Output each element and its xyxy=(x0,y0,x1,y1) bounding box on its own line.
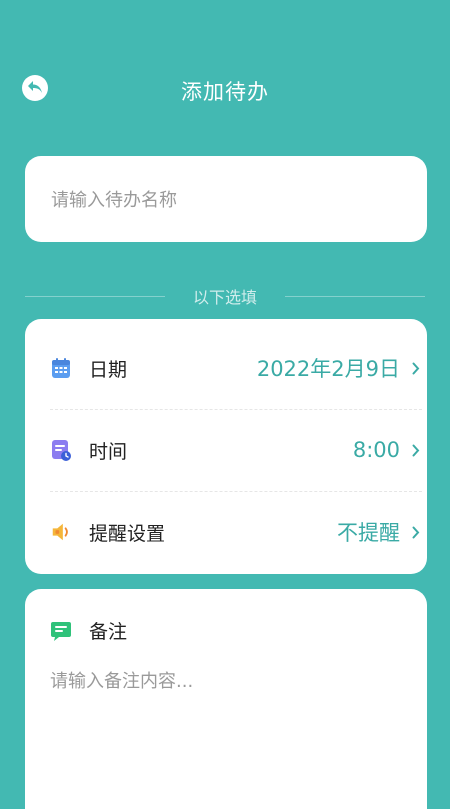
optional-divider: 以下选填 xyxy=(25,284,426,308)
chevron-right-icon xyxy=(412,361,422,375)
note-label: 备注 xyxy=(89,621,128,643)
todo-name-card xyxy=(25,156,427,244)
chevron-right-icon xyxy=(412,443,422,457)
chevron-right-icon xyxy=(412,525,422,539)
todo-name-input[interactable] xyxy=(49,156,413,244)
time-value: 8:00 xyxy=(352,438,400,462)
divider-text: 以下选填 xyxy=(193,288,258,307)
date-row[interactable]: 日期 2022年2月9日 xyxy=(50,327,422,409)
header: 添加待办 xyxy=(0,60,450,120)
options-card: 日期 2022年2月9日 时间 8:00 提醒设置 不提醒 xyxy=(25,319,427,574)
note-card: 备注 xyxy=(25,589,427,809)
reminder-row[interactable]: 提醒设置 不提醒 xyxy=(50,491,422,573)
divider-line-left xyxy=(25,295,165,297)
date-value: 2022年2月9日 xyxy=(256,357,400,381)
reminder-value: 不提醒 xyxy=(337,521,400,545)
divider-line-right xyxy=(285,295,426,297)
calendar-icon xyxy=(50,357,72,379)
reminder-label: 提醒设置 xyxy=(89,522,166,545)
time-row[interactable]: 时间 8:00 xyxy=(50,409,422,491)
time-label: 时间 xyxy=(89,440,128,463)
page-title: 添加待办 xyxy=(181,80,269,104)
chat-note-icon xyxy=(50,620,72,642)
speaker-icon xyxy=(50,521,72,543)
note-textarea[interactable] xyxy=(50,669,400,779)
clock-note-icon xyxy=(50,439,72,461)
note-header: 备注 xyxy=(50,617,127,644)
date-label: 日期 xyxy=(89,358,128,381)
